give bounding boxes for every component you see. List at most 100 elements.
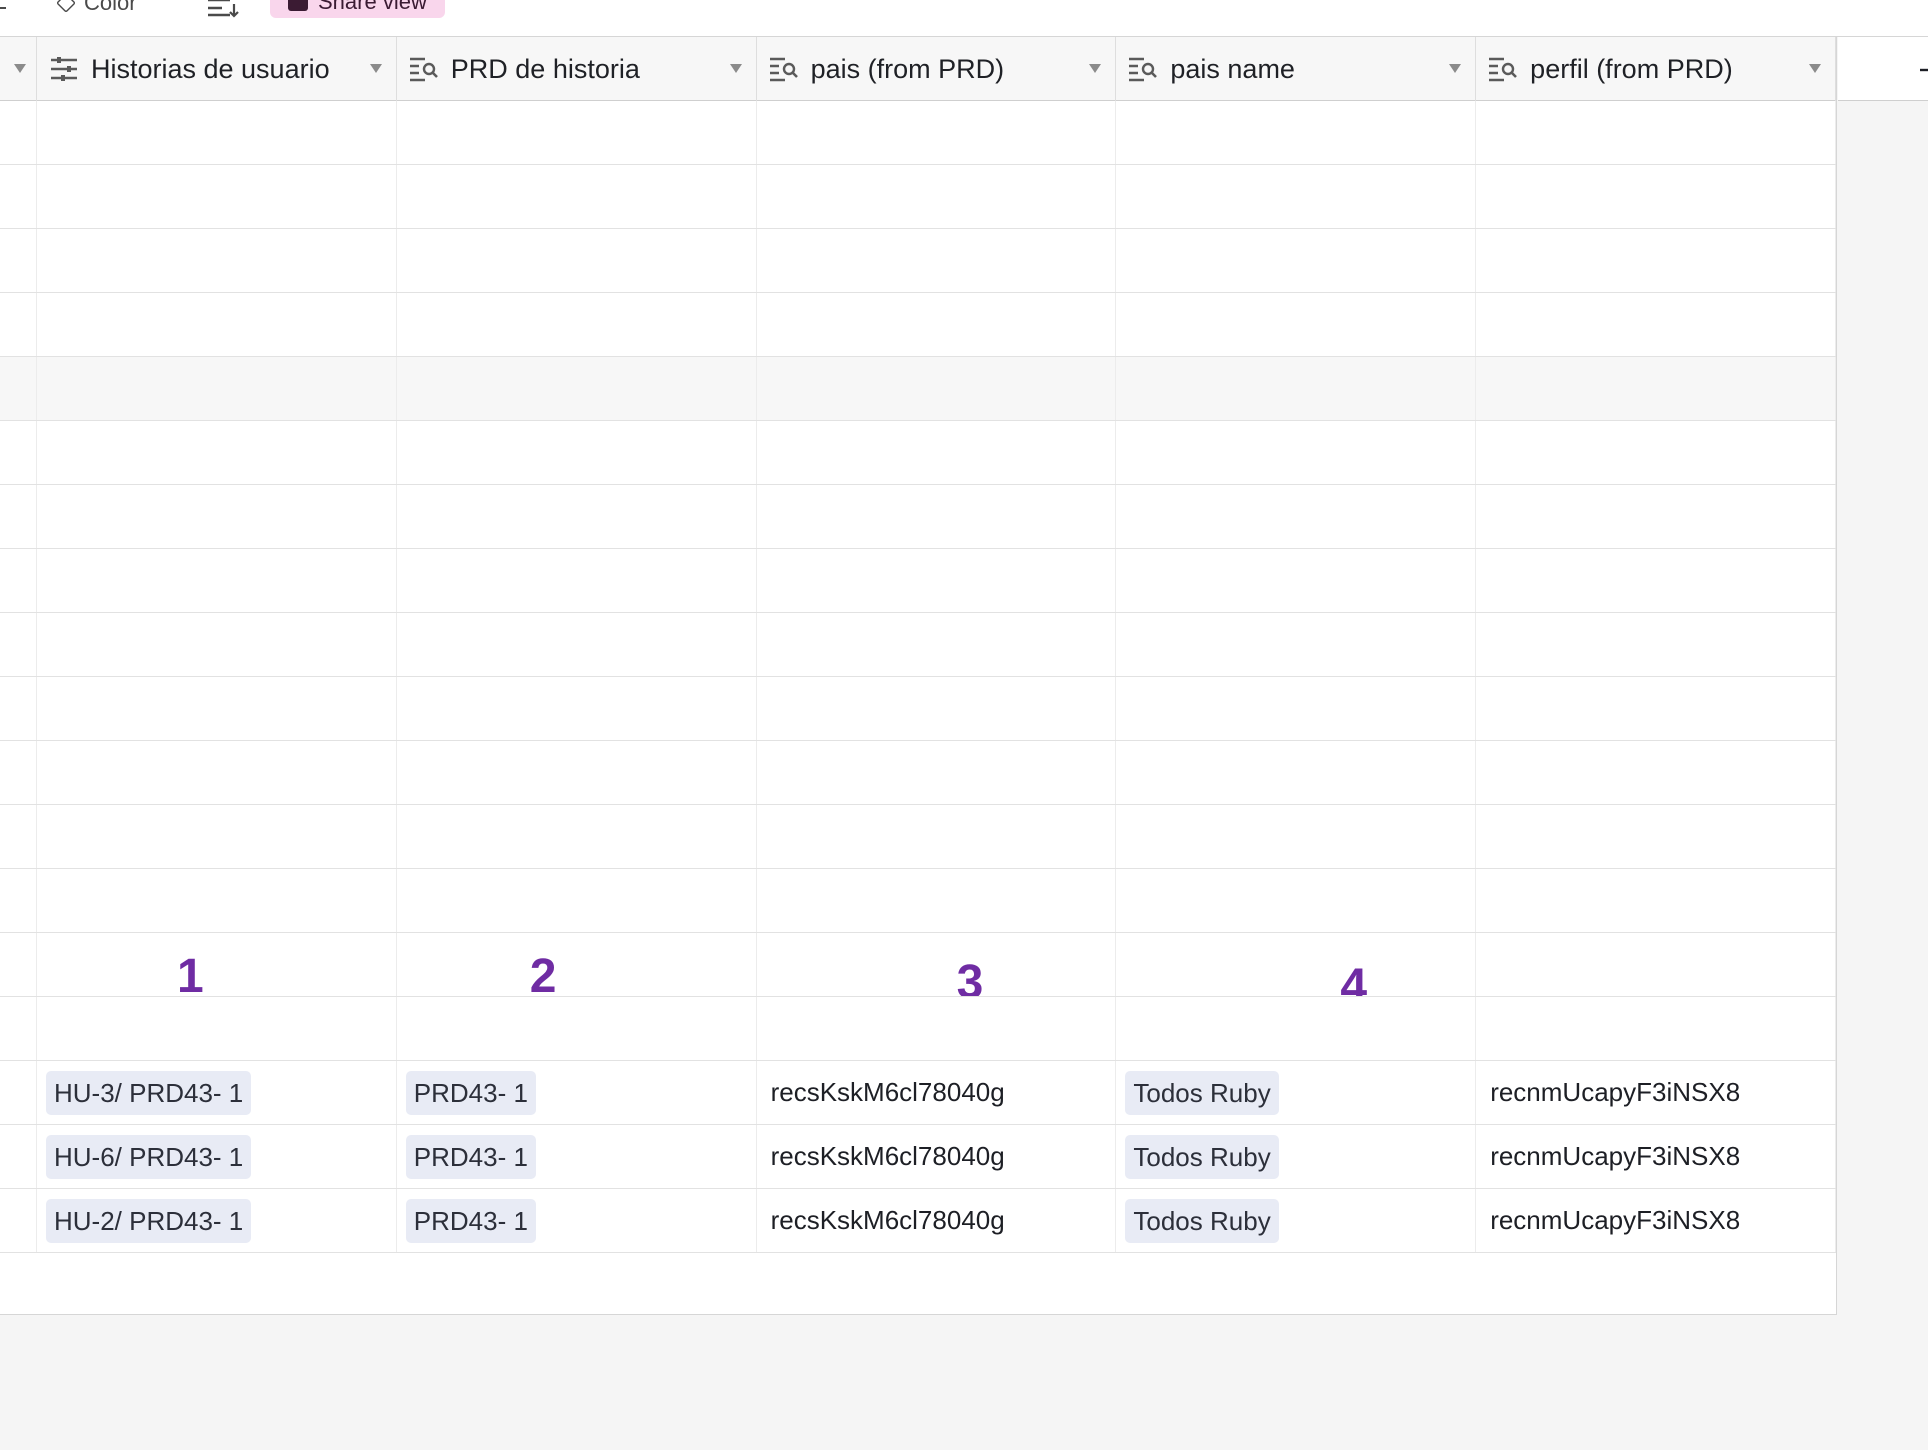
perfil-cell[interactable]: recnmUcapyF3iNSX8 (1476, 1189, 1836, 1252)
table-cell[interactable] (757, 229, 1117, 292)
table-cell[interactable] (397, 549, 757, 612)
table-row[interactable] (0, 485, 1836, 549)
table-cell[interactable] (1476, 229, 1836, 292)
table-cell[interactable] (1116, 741, 1477, 804)
table-cell[interactable] (0, 613, 37, 676)
table-cell[interactable] (1116, 357, 1477, 420)
table-cell[interactable] (1116, 293, 1477, 356)
historia-cell[interactable]: HU-3/ PRD43- 1 (37, 1061, 397, 1124)
column-header-pais[interactable]: pais (from PRD) (757, 37, 1117, 101)
table-cell[interactable] (757, 357, 1117, 420)
table-cell[interactable] (1116, 869, 1477, 932)
table-cell[interactable] (757, 805, 1117, 868)
linked-record-chip[interactable]: PRD43- 1 (405, 1198, 536, 1243)
linked-record-chip[interactable]: PRD43- 1 (405, 1070, 536, 1115)
table-row[interactable] (0, 741, 1836, 805)
table-cell[interactable] (37, 677, 397, 740)
table-cell[interactable] (757, 741, 1117, 804)
chevron-down-icon[interactable] (1808, 64, 1821, 73)
table-cell[interactable] (397, 869, 757, 932)
chevron-down-icon[interactable] (1449, 64, 1462, 73)
table-cell[interactable] (397, 357, 757, 420)
table-cell[interactable] (1116, 421, 1477, 484)
table-cell[interactable] (0, 229, 37, 292)
add-field-button[interactable] (1838, 37, 1928, 101)
historia-cell[interactable]: HU-6/ PRD43- 1 (37, 1125, 397, 1188)
table-cell[interactable] (37, 485, 397, 548)
table-cell[interactable] (0, 549, 37, 612)
table-cell[interactable] (397, 805, 757, 868)
column-header-prd[interactable]: PRD de historia (397, 37, 757, 101)
table-cell[interactable] (37, 293, 397, 356)
table-cell[interactable] (397, 421, 757, 484)
table-row[interactable] (0, 805, 1836, 869)
chevron-down-icon[interactable] (1089, 64, 1102, 73)
table-cell[interactable] (397, 165, 757, 228)
table-row[interactable]: HU-3/ PRD43- 1 PRD43- 1 recsKskM6cl78040… (0, 1061, 1836, 1125)
table-cell[interactable] (1476, 869, 1836, 932)
table-cell[interactable] (0, 101, 37, 164)
table-cell[interactable] (757, 101, 1117, 164)
table-row[interactable] (0, 293, 1836, 357)
table-cell[interactable] (0, 869, 37, 932)
table-row[interactable] (0, 613, 1836, 677)
table-row[interactable] (0, 869, 1836, 933)
table-cell[interactable] (757, 165, 1117, 228)
table-cell[interactable] (1116, 101, 1477, 164)
pais-cell[interactable]: recsKskM6cl78040g (757, 1189, 1117, 1252)
color-button[interactable]: Color (56, 0, 137, 18)
table-cell[interactable] (757, 997, 1117, 1060)
pais-name-cell[interactable]: Todos Ruby (1116, 1189, 1477, 1252)
table-cell[interactable] (397, 997, 757, 1060)
table-row[interactable] (0, 677, 1836, 741)
table-row[interactable] (0, 101, 1836, 165)
table-cell[interactable] (1476, 997, 1836, 1060)
table-cell[interactable] (1476, 677, 1836, 740)
table-cell[interactable] (37, 805, 397, 868)
table-cell[interactable] (0, 1061, 37, 1124)
perfil-cell[interactable]: recnmUcapyF3iNSX8 (1476, 1125, 1836, 1188)
table-cell[interactable] (1116, 997, 1477, 1060)
table-cell[interactable] (1476, 357, 1836, 420)
prd-cell[interactable]: PRD43- 1 (397, 1189, 757, 1252)
column-header-pais-name[interactable]: pais name (1116, 37, 1477, 101)
table-row[interactable]: HU-6/ PRD43- 1 PRD43- 1 recsKskM6cl78040… (0, 1125, 1836, 1189)
table-cell[interactable] (0, 933, 37, 996)
column-header-historias[interactable]: Historias de usuario (37, 37, 397, 101)
table-cell[interactable] (757, 421, 1117, 484)
table-cell[interactable] (0, 741, 37, 804)
table-cell[interactable] (37, 357, 397, 420)
table-cell[interactable] (1476, 805, 1836, 868)
table-cell[interactable] (397, 229, 757, 292)
prd-cell[interactable]: PRD43- 1 (397, 1125, 757, 1188)
chevron-down-icon[interactable] (369, 64, 382, 73)
table-cell[interactable] (37, 549, 397, 612)
table-cell[interactable] (1476, 165, 1836, 228)
row-height-button[interactable] (206, 0, 240, 18)
pais-name-cell[interactable]: Todos Ruby (1116, 1125, 1477, 1188)
table-cell[interactable] (397, 741, 757, 804)
table-cell[interactable] (1116, 165, 1477, 228)
table-cell[interactable] (0, 805, 37, 868)
table-cell[interactable]: 3 (757, 933, 1117, 996)
table-cell[interactable] (37, 101, 397, 164)
table-cell[interactable] (1476, 613, 1836, 676)
table-cell[interactable] (1476, 549, 1836, 612)
previous-column-header[interactable] (0, 37, 37, 101)
table-cell[interactable] (1116, 229, 1477, 292)
linked-record-chip[interactable]: HU-2/ PRD43- 1 (45, 1198, 252, 1243)
table-cell[interactable] (1116, 805, 1477, 868)
table-cell[interactable] (0, 1125, 37, 1188)
chevron-down-icon[interactable] (0, 0, 10, 18)
table-row[interactable] (0, 165, 1836, 229)
table-cell[interactable] (1116, 549, 1477, 612)
table-cell[interactable] (37, 741, 397, 804)
pais-cell[interactable]: recsKskM6cl78040g (757, 1061, 1117, 1124)
table-cell[interactable] (397, 101, 757, 164)
table-cell[interactable] (37, 165, 397, 228)
table-row[interactable] (0, 357, 1836, 421)
table-cell[interactable] (0, 485, 37, 548)
table-cell[interactable] (397, 613, 757, 676)
table-row[interactable] (0, 997, 1836, 1061)
table-cell[interactable] (757, 677, 1117, 740)
